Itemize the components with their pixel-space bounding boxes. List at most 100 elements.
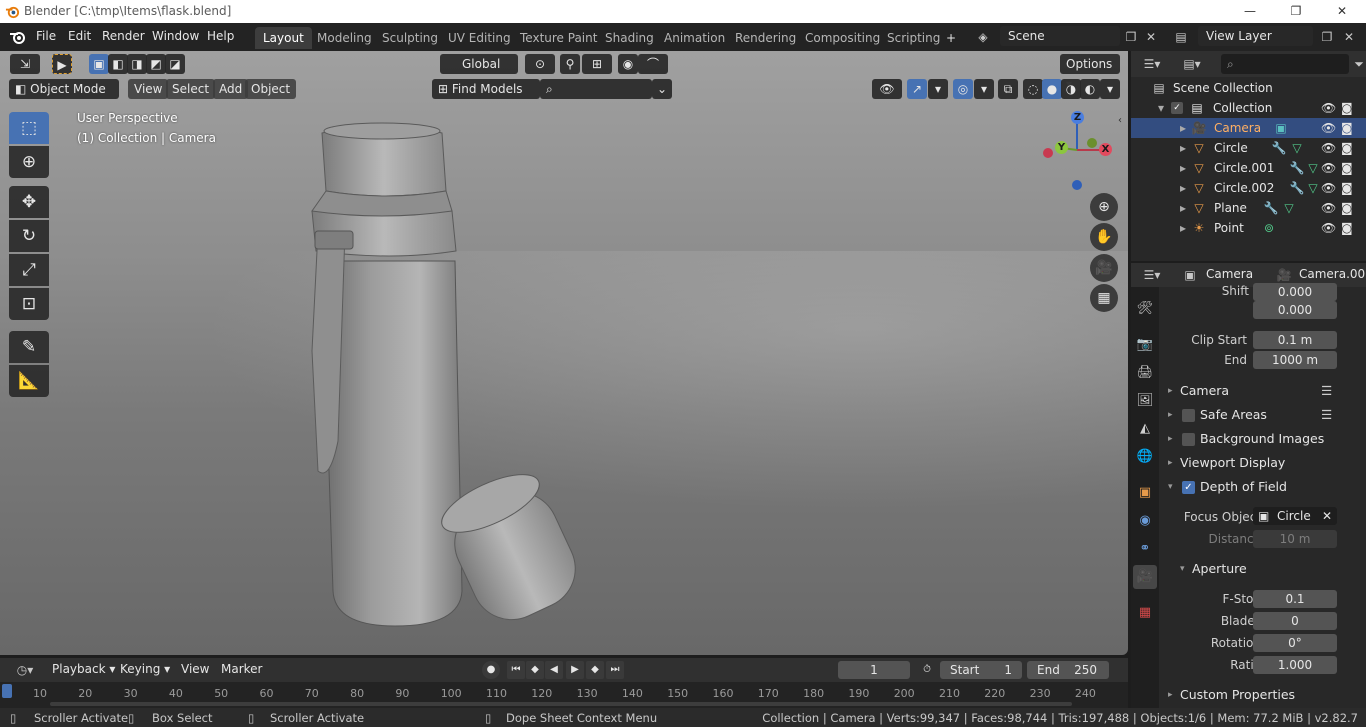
render-camera-icon[interactable]: ◙ xyxy=(1341,138,1353,158)
outliner-item-circle-002[interactable]: ▸ ▽ Circle.002 🔧 ▽ 👁 ◙ xyxy=(1131,178,1366,198)
collapse-arrow-icon[interactable]: ▾ xyxy=(1153,98,1169,118)
transform-orientation-dropdown[interactable]: Global xyxy=(440,54,518,74)
light-data-icon[interactable]: ⊚ xyxy=(1261,218,1277,238)
overlay-toggle-icon[interactable]: ◎ xyxy=(953,79,973,99)
jump-end-icon[interactable]: ⏭ xyxy=(606,661,624,679)
tab-shading[interactable]: Shading xyxy=(597,27,662,49)
menu-add[interactable]: Add xyxy=(213,79,249,99)
zoom-icon[interactable]: ⊕ xyxy=(1090,193,1118,221)
menu-view[interactable]: View xyxy=(128,79,169,99)
outliner-scene-collection[interactable]: ▤ Scene Collection xyxy=(1131,78,1366,98)
mesh-data-icon[interactable]: ▽ xyxy=(1305,178,1321,198)
expand-arrow-icon[interactable]: ▸ xyxy=(1175,138,1191,158)
menu-window[interactable]: Window xyxy=(152,29,199,43)
menu-file[interactable]: File xyxy=(36,29,56,43)
expand-arrow-icon[interactable]: ▸ xyxy=(1175,198,1191,218)
clip-start-field[interactable]: 0.1 m xyxy=(1253,331,1337,349)
timeline-editor-type-icon[interactable]: ◷▾ xyxy=(10,661,40,679)
record-icon[interactable]: ● xyxy=(482,661,500,679)
find-models-dropdown[interactable]: ⊞ Find Models xyxy=(432,79,540,99)
timeline-scrollbar[interactable] xyxy=(50,702,1072,706)
tab-texture-paint[interactable]: Texture Paint xyxy=(512,27,605,49)
panel-camera[interactable]: ▸ Camera ☰ xyxy=(1161,380,1366,402)
blades-field[interactable]: 0 xyxy=(1253,612,1337,630)
render-camera-icon[interactable]: ◙ xyxy=(1341,178,1353,198)
mesh-data-icon[interactable]: ▽ xyxy=(1305,158,1321,178)
remove-scene-icon[interactable]: ✕ xyxy=(1142,28,1160,46)
gizmo-x-axis[interactable]: X xyxy=(1099,143,1112,156)
menu-marker[interactable]: Marker xyxy=(221,662,262,676)
add-workspace-button[interactable]: + xyxy=(938,27,964,49)
new-scene-icon[interactable]: ❐ xyxy=(1122,28,1140,46)
timeline[interactable]: ◷▾ Playback ▾ Keying ▾ View Marker ● ⏮ ◆… xyxy=(0,658,1128,708)
tab-rendering[interactable]: Rendering xyxy=(727,27,804,49)
tab-output-icon[interactable]: 🖨 xyxy=(1133,361,1157,385)
safe-areas-checkbox[interactable] xyxy=(1182,409,1195,422)
play-reverse-icon[interactable]: ◀ xyxy=(545,661,563,679)
tab-texture-icon[interactable]: ▦ xyxy=(1133,601,1157,625)
tab-tool-icon[interactable]: 🛠 xyxy=(1133,297,1157,321)
navigation-gizmo[interactable]: Z X Y xyxy=(1040,109,1120,190)
play-icon[interactable]: ▶ xyxy=(566,661,584,679)
panel-background-images[interactable]: ▸ Background Images xyxy=(1161,428,1366,450)
menu-help[interactable]: Help xyxy=(207,29,234,43)
view-layer-selector-icon[interactable]: ▤ xyxy=(1172,28,1190,46)
display-mode-icon[interactable]: ▤▾ xyxy=(1179,55,1205,73)
outliner-item-camera[interactable]: ▸ 🎥 Camera ▣ 👁 ◙ xyxy=(1131,118,1366,138)
expand-arrow-icon[interactable]: ▸ xyxy=(1175,118,1191,138)
visibility-eye-icon[interactable]: 👁 xyxy=(1321,198,1336,218)
end-frame-field[interactable]: End 250 xyxy=(1027,661,1109,679)
mode-dropdown[interactable]: ◧ Object Mode xyxy=(9,79,119,99)
visibility-eye-icon[interactable]: 👁 xyxy=(1321,158,1336,178)
background-images-checkbox[interactable] xyxy=(1182,433,1195,446)
maximize-button[interactable]: ❐ xyxy=(1273,0,1319,23)
view-layer-name-field[interactable]: View Layer xyxy=(1198,26,1313,46)
rotation-field[interactable]: 0° xyxy=(1253,634,1337,652)
find-models-search-input[interactable]: ⌕ xyxy=(540,79,652,99)
tool-scale-icon[interactable]: ⤢ xyxy=(9,254,49,286)
blender-menu-icon[interactable] xyxy=(9,29,27,45)
shift-x-field[interactable]: 0.000 xyxy=(1253,283,1337,301)
depth-of-field-checkbox[interactable]: ✓ xyxy=(1182,481,1195,494)
visibility-eye-icon[interactable]: 👁 xyxy=(1321,138,1336,158)
shading-wireframe-icon[interactable]: ◌ xyxy=(1023,79,1043,99)
tool-transform-icon[interactable]: ⊡ xyxy=(9,288,49,320)
focus-object-field[interactable]: ▣ Circle ✕ xyxy=(1253,507,1337,525)
xray-toggle-icon[interactable]: ⧉ xyxy=(998,79,1018,99)
mesh-data-icon[interactable]: ▽ xyxy=(1281,198,1297,218)
tab-physics-icon[interactable]: ◉ xyxy=(1133,509,1157,533)
modifier-wrench-icon[interactable]: 🔧 xyxy=(1271,138,1287,158)
clear-field-icon[interactable]: ✕ xyxy=(1322,507,1332,525)
tab-view-layer-icon[interactable]: 🖼 xyxy=(1133,389,1157,413)
menu-render[interactable]: Render xyxy=(102,29,145,43)
perspective-toggle-icon[interactable]: ▦ xyxy=(1090,284,1118,312)
new-view-layer-icon[interactable]: ❐ xyxy=(1318,28,1336,46)
distance-field[interactable]: 10 m xyxy=(1253,530,1337,548)
close-button[interactable]: ✕ xyxy=(1319,0,1365,23)
render-camera-icon[interactable]: ◙ xyxy=(1341,198,1353,218)
tool-measure-icon[interactable]: 📐 xyxy=(9,365,49,397)
pivot-point-icon[interactable]: ⊙ xyxy=(525,54,555,74)
playhead[interactable] xyxy=(2,684,12,698)
gizmo-neg-x-axis[interactable] xyxy=(1043,148,1053,158)
panel-safe-areas[interactable]: ▸ Safe Areas ☰ xyxy=(1161,404,1366,426)
overlay-dropdown-icon[interactable]: ▾ xyxy=(974,79,994,99)
modifier-wrench-icon[interactable]: 🔧 xyxy=(1263,198,1279,218)
snap-toggle-icon[interactable]: ⚲ xyxy=(560,54,580,74)
tool-rotate-icon[interactable]: ↻ xyxy=(9,220,49,252)
gizmo-toggle-icon[interactable]: ↗ xyxy=(907,79,927,99)
filter-icon[interactable]: ⏷ xyxy=(1350,55,1366,73)
visibility-eye-icon[interactable]: 👁 xyxy=(1321,98,1336,118)
shift-y-field[interactable]: 0.000 xyxy=(1253,301,1337,319)
falloff-icon[interactable]: ⌒ xyxy=(638,54,668,74)
gizmo-neg-y-axis[interactable] xyxy=(1087,138,1097,148)
scene-selector-icon[interactable]: ◈ xyxy=(974,28,992,46)
expand-arrow-icon[interactable]: ▸ xyxy=(1175,218,1191,238)
scene-name-field[interactable]: Scene xyxy=(1000,26,1120,46)
outliner-editor-type-icon[interactable]: ☰▾ xyxy=(1139,55,1165,73)
tool-annotate-icon[interactable]: ✎ xyxy=(9,331,49,363)
prev-keyframe-icon[interactable]: ◆ xyxy=(526,661,544,679)
expand-arrow-icon[interactable]: ▸ xyxy=(1175,178,1191,198)
current-frame-field[interactable]: 1 xyxy=(838,661,910,679)
start-frame-field[interactable]: Start 1 xyxy=(940,661,1022,679)
